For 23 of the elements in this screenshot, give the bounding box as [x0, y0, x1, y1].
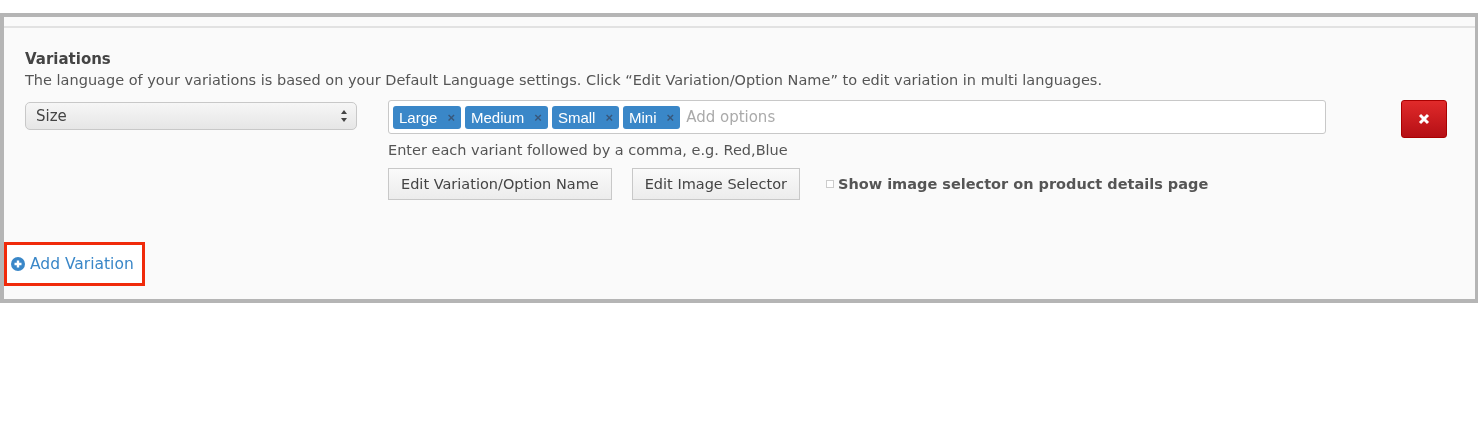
- remove-tag-button[interactable]: ×: [605, 109, 614, 125]
- remove-tag-button[interactable]: ×: [534, 109, 542, 125]
- options-field[interactable]: Large × Medium × Small × Mini × Add options: [388, 100, 1326, 134]
- delete-button[interactable]: [1401, 100, 1447, 138]
- options-hint: Enter each variant followed by a comma, e.g. Red,Blue: [388, 142, 789, 158]
- option-tag: Mini ×: [623, 105, 681, 129]
- section-description: The language of your variations is based on your Default Language settings. Click “Edit Variation/Option Name” to edit variation in multi languages.: [25, 72, 1103, 88]
- remove-tag-button[interactable]: ×: [666, 109, 675, 125]
- add-options-input[interactable]: Add options: [684, 107, 1321, 127]
- option-tag: Medium ×: [464, 105, 548, 129]
- close-icon: [1418, 113, 1430, 125]
- checkbox-label: Show image selector on product details page: [837, 176, 1209, 192]
- plus-circle-icon: [11, 257, 25, 271]
- remove-tag-button[interactable]: ×: [447, 109, 455, 125]
- variation-type-select[interactable]: Size: [25, 102, 357, 130]
- option-tag: Large ×: [393, 105, 461, 129]
- add-variation-link[interactable]: Add Variation: [4, 242, 145, 286]
- edit-button[interactable]: Edit Image Selector: [631, 168, 800, 200]
- option-tag: Small ×: [551, 105, 620, 129]
- section-title: Variations: [25, 50, 112, 68]
- checkbox[interactable]: [825, 180, 834, 188]
- edit-button[interactable]: Edit Variation/Option Name: [388, 168, 612, 200]
- select-arrows-icon: [340, 109, 348, 123]
